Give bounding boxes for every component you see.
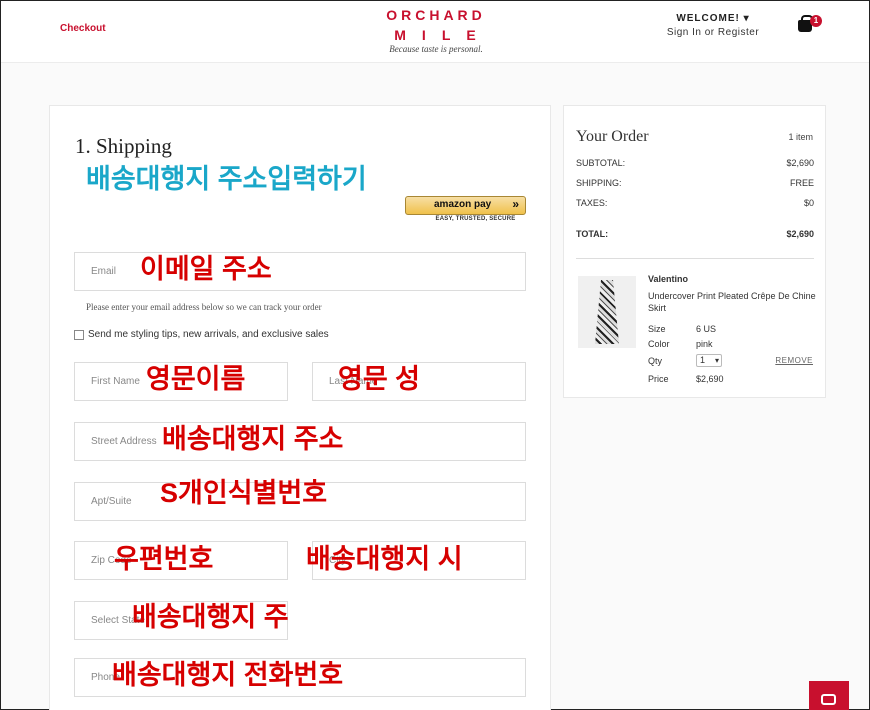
subtotal-label: SUBTOTAL: [576,158,626,168]
orchard-mile-logo[interactable]: ORCHARD MILE Because taste is personal. [361,7,511,54]
cart-count-badge: 1 [810,15,822,27]
price-label: Price [648,374,669,384]
size-label: Size [648,324,666,334]
order-summary-panel: Your Order 1 item SUBTOTAL: $2,690 SHIPP… [563,105,826,398]
size-value: 6 US [696,324,717,334]
amazon-pay-button[interactable]: amazon pay » EASY, TRUSTED, SECURE [405,196,526,226]
annotation-zip: 우편번호 [114,544,214,574]
annotation-phone: 배송대행지 전화번호 [112,660,344,690]
account-menu[interactable]: WELCOME! ▾ Sign In or Register [661,13,765,38]
annotation-street: 배송대행지 주소 [162,424,344,454]
logo-tagline: Because taste is personal. [389,44,483,54]
subtotal-value: $2,690 [786,158,814,168]
taxes-label: TAXES: [576,198,608,208]
logo-line-2: MILE [394,27,492,43]
shipping-label: SHIPPING: [576,178,622,188]
logo-line-1: ORCHARD [386,7,486,23]
taxes-value: $0 [803,198,814,208]
cart-button[interactable]: 1 [796,15,824,37]
color-label: Color [648,339,670,349]
annotation-email: 이메일 주소 [140,254,272,284]
annotation-state: 배송대행지 주 [132,602,289,632]
welcome-dropdown[interactable]: WELCOME! ▾ [661,13,765,24]
skirt-image [595,280,619,344]
annotation-enter-address: 배송대행지 주소입력하기 [86,164,367,194]
sign-in-register-link[interactable]: Sign In or Register [661,27,765,38]
order-item-count: 1 item [788,132,813,142]
annotation-apt: S개인식별번호 [160,478,328,508]
styling-tips-optin[interactable]: Send me styling tips, new arrivals, and … [74,329,329,340]
amazon-pay-label: amazon pay [434,199,492,210]
amazon-pay-subtitle: EASY, TRUSTED, SECURE [435,216,516,222]
color-value: pink [696,339,713,349]
annotation-first-name: 영문이름 [146,364,246,394]
optin-checkbox[interactable] [74,329,84,340]
double-chevron-right-icon: » [512,197,519,211]
chevron-down-icon: ▾ [714,356,719,365]
amazon-pay-badge: amazon pay » [405,196,526,215]
total-label: TOTAL: [576,229,609,239]
shipping-title: 1. Shipping [75,134,172,158]
shipping-panel: 1. Shipping 배송대행지 주소입력하기 amazon pay » EA… [49,105,551,710]
order-divider [576,258,814,259]
total-value: $2,690 [786,229,814,239]
qty-label: Qty [648,356,663,366]
chat-bubble-icon [821,694,836,705]
annotation-city: 배송대행지 시 [306,544,463,574]
product-thumbnail[interactable] [578,276,636,348]
product-name[interactable]: Undercover Print Pleated Crêpe De Chine … [648,290,818,314]
annotation-last-name: 영문 성 [338,364,421,394]
qty-select[interactable]: 1 ▾ [696,354,722,367]
shipping-value: FREE [789,178,814,188]
product-brand: Valentino [648,274,689,284]
site-header: Checkout ORCHARD MILE Because taste is p… [1,1,869,63]
price-value: $2,690 [696,374,724,384]
qty-value: 1 [700,355,706,365]
checkout-link[interactable]: Checkout [60,23,106,34]
chat-button[interactable] [809,681,849,710]
optin-label: Send me styling tips, new arrivals, and … [88,329,329,340]
order-title: Your Order [576,128,649,145]
remove-item-link[interactable]: REMOVE [775,356,813,365]
email-helper-text: Please enter your email address below so… [86,302,322,312]
